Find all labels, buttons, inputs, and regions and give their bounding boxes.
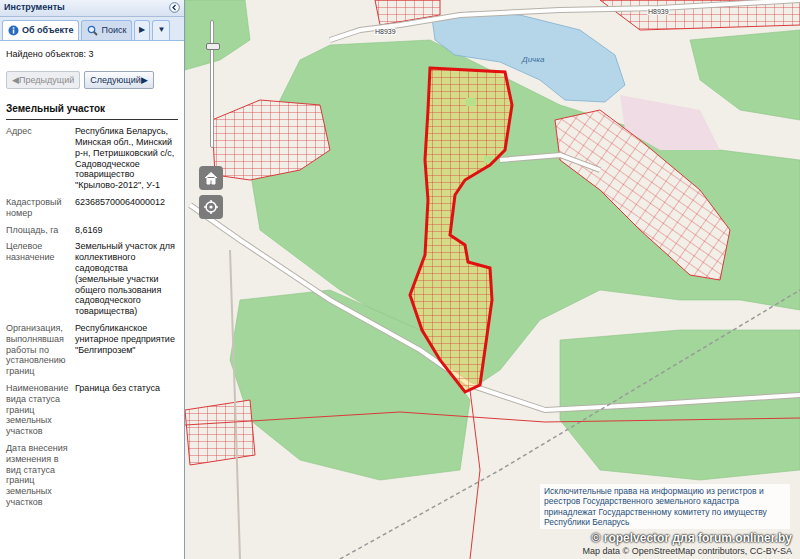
collapse-icon[interactable] [169,2,180,13]
zoom-thumb[interactable] [206,43,220,50]
result-nav: ◀ПредыдущийСледующий▶ [6,71,178,90]
field-label: Наименование вида статуса границ земельн… [6,383,70,437]
search-icon [87,25,98,36]
field-value: Республика Беларусь, Минская обл., Минск… [75,126,178,191]
tab-menu-button[interactable]: ▼ [152,20,170,41]
road-label: Н8939 [648,8,669,15]
field-value: 623685700064000012 [75,197,178,219]
tab-bar: Об объекте Поиск ▶▼ [0,17,184,42]
object-title: Земельный участок [6,101,178,120]
field-label: Организация, выполнявшая работы по устан… [6,323,70,377]
next-button[interactable]: Следующий▶ [84,71,154,90]
field-label: Площадь, га [6,225,70,236]
field-value: Республиканское унитарное предприятие "Б… [75,323,178,377]
field-value: Граница без статуса [75,383,178,437]
field-value: 8,6169 [75,225,178,236]
panel-title: Инструменты [4,1,65,15]
field-label: Адрес [6,126,70,191]
zoom-track[interactable] [210,20,214,148]
field-value [75,443,178,508]
field-label: Дата внесения изменения в вид статуса гр… [6,443,70,508]
zoom-slider[interactable] [204,16,220,152]
tools-panel: Инструменты Об объекте Поиск ▶▼ Найдено об… [0,0,185,559]
locate-icon[interactable] [199,195,223,219]
home-icon[interactable] [199,166,223,190]
tab-label: Поиск [101,24,126,38]
panel-header: Инструменты [0,0,184,17]
found-count: Найдено объектов: 3 [6,48,178,62]
tab-label: Об объекте [22,24,73,38]
tab[interactable]: Поиск [81,20,132,41]
map[interactable]: Н8939 Н8939 Дичка Исключительные права на … [185,0,800,559]
lake-label: Дичка [521,55,545,64]
info-icon [8,25,19,36]
tab[interactable]: Об объекте [2,20,79,41]
previous-button: ◀Предыдущий [6,71,80,90]
credits: © ropelvector для forum.onliner.by Map d… [583,532,792,556]
watermark: © ropelvector для forum.onliner.by [583,532,792,546]
map-canvas[interactable]: Н8939 Н8939 Дичка [185,0,800,559]
app: Инструменты Об объекте Поиск ▶▼ Найдено об… [0,0,800,559]
rights-notice: Исключительные права на информацию из ре… [540,484,790,529]
field-label: Целевое назначение [6,241,70,317]
object-info: Найдено объектов: 3 ◀ПредыдущийСледующий… [0,41,184,559]
tab-scroll-button[interactable]: ▶ [134,20,150,41]
attribute-table: АдресРеспублика Беларусь, Минская обл., … [6,126,178,508]
field-value: Земельный участок для коллективного садо… [75,241,178,317]
road-label: Н8939 [375,28,396,35]
field-label: Кадастровый номер [6,197,70,219]
attribution: Map data © OpenStreetMap contributors, C… [583,546,792,556]
